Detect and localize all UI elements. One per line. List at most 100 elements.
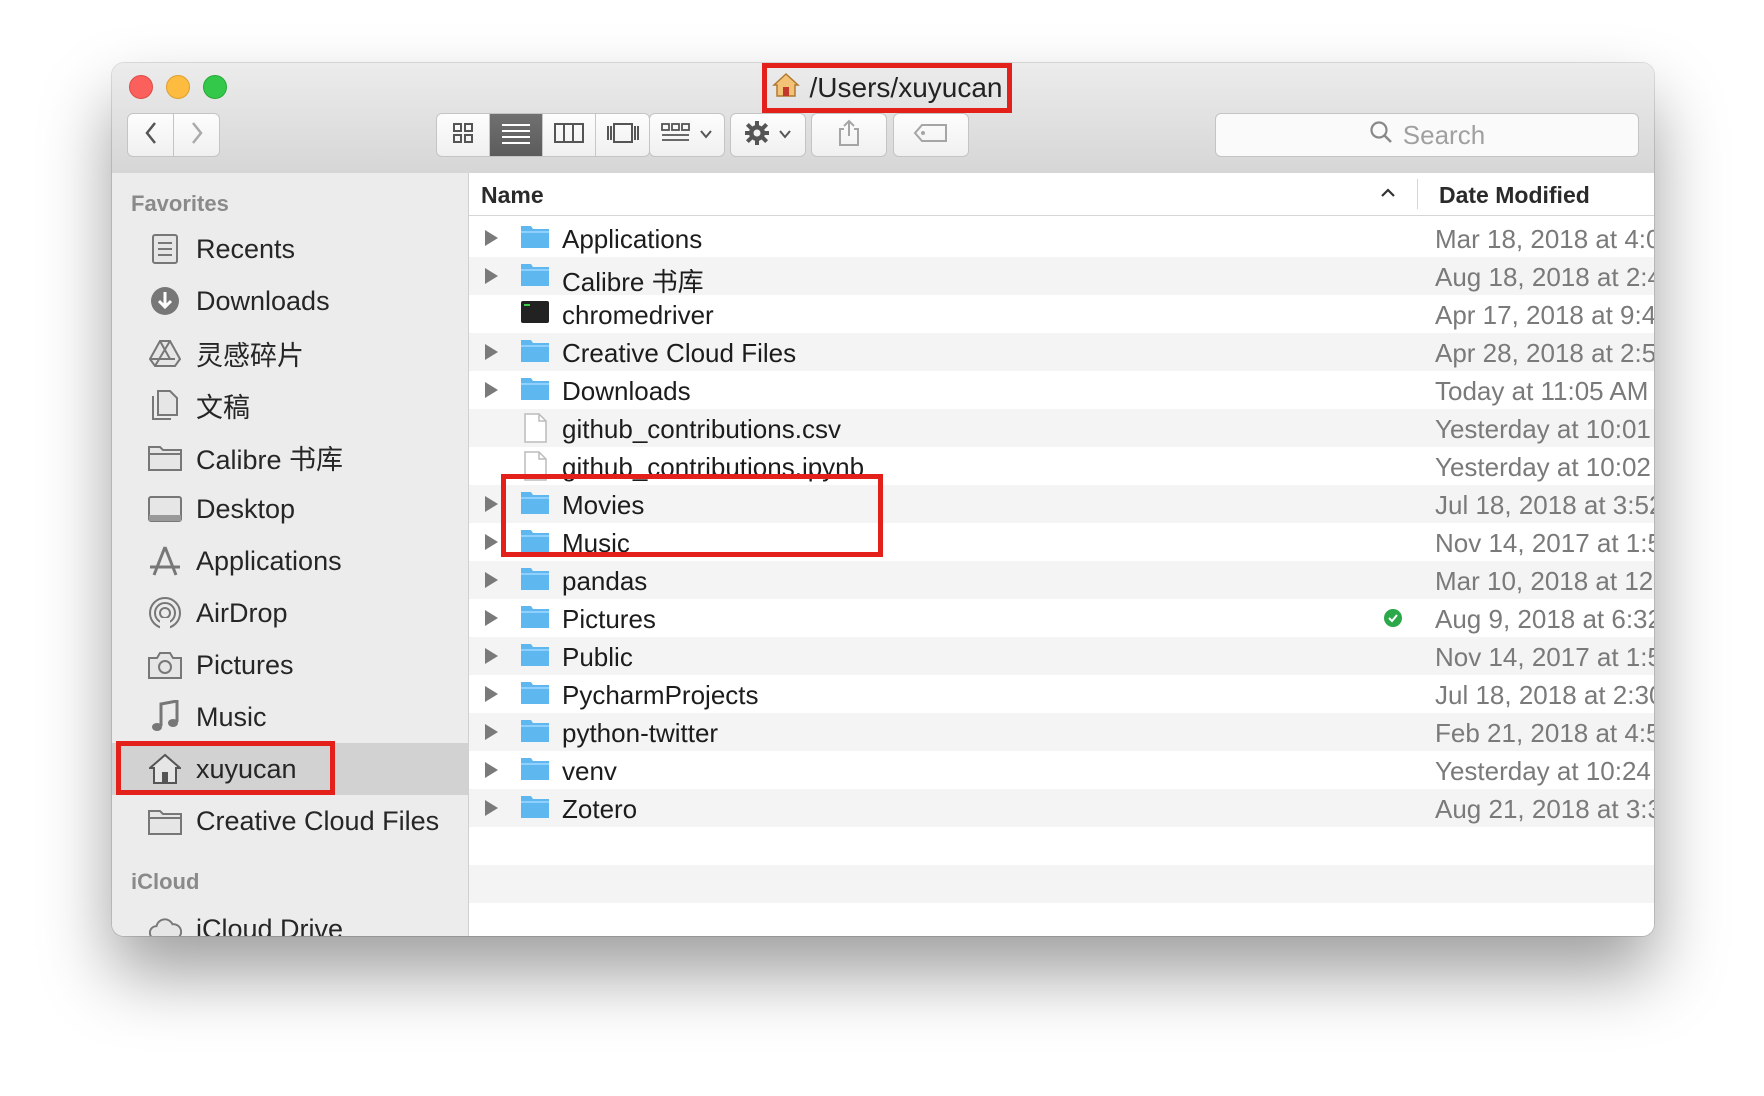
column-view-button[interactable] xyxy=(543,114,596,156)
tags-button[interactable] xyxy=(893,113,969,157)
file-date-modified: Apr 28, 2018 at 2:59 xyxy=(1435,338,1654,368)
sidebar-item-label: Music xyxy=(196,701,267,732)
cloud-icon xyxy=(148,912,182,936)
folder-icon xyxy=(520,755,550,785)
search-icon xyxy=(1369,120,1393,151)
file-row[interactable]: Calibre 书库 Aug 18, 2018 at 2:40 xyxy=(469,257,1654,297)
column-header-date-modified[interactable]: Date Modified xyxy=(1439,182,1590,209)
sidebar-item-airdrop[interactable]: AirDrop xyxy=(112,587,468,639)
disclosure-triangle-icon[interactable] xyxy=(485,572,498,588)
file-row[interactable]: python-twitter Feb 21, 2018 at 4:51 xyxy=(469,713,1654,751)
file-row[interactable]: Downloads Today at 11:05 AM xyxy=(469,371,1654,409)
folder-icon xyxy=(520,793,550,823)
file-row[interactable]: Applications Mar 18, 2018 at 4:02 xyxy=(469,219,1654,257)
disclosure-triangle-icon[interactable] xyxy=(485,686,498,702)
disclosure-triangle-icon[interactable] xyxy=(485,610,498,626)
disclosure-triangle-icon[interactable] xyxy=(485,230,498,246)
chevron-down-icon xyxy=(778,126,792,144)
sidebar-item-label: Pictures xyxy=(196,649,294,680)
gallery-icon xyxy=(606,122,640,149)
gallery-view-button[interactable] xyxy=(596,114,649,156)
disclosure-triangle-icon[interactable] xyxy=(485,800,498,816)
tag-icon xyxy=(913,123,949,148)
list-icon xyxy=(501,122,531,149)
recents-icon xyxy=(148,232,182,266)
file-row[interactable]: github_contributions.csv Yesterday at 10:… xyxy=(469,409,1654,447)
close-window-button[interactable] xyxy=(129,75,153,99)
file-row[interactable]: Creative Cloud Files Apr 28, 2018 at 2:59 xyxy=(469,333,1654,371)
file-date-modified: Yesterday at 10:24 P xyxy=(1435,756,1654,786)
file-row[interactable]: Zotero Aug 21, 2018 at 3:38 xyxy=(469,789,1654,827)
sidebar-item-pictures[interactable]: Pictures xyxy=(112,639,468,691)
minimize-window-button[interactable] xyxy=(166,75,190,99)
downloads-icon xyxy=(148,284,182,318)
airdrop-icon xyxy=(148,596,182,630)
disclosure-triangle-icon[interactable] xyxy=(485,762,498,778)
columns-icon xyxy=(554,122,584,149)
file-date-modified: Jul 18, 2018 at 3:52 xyxy=(1435,490,1654,520)
icloud-heading: iCloud xyxy=(131,869,200,894)
file-date-modified: Today at 11:05 AM xyxy=(1435,376,1649,406)
file-date-modified: Mar 10, 2018 at 12:1 xyxy=(1435,566,1654,596)
list-view-button[interactable] xyxy=(490,114,543,156)
sidebar: Favorites Recents Downloads 灵感碎片 文稿 Cali… xyxy=(112,173,469,936)
sidebar-item-downloads[interactable]: Downloads xyxy=(112,275,468,327)
sidebar-item-home[interactable]: xuyucan xyxy=(112,741,468,795)
file-row[interactable]: Pictures Aug 9, 2018 at 6:32 xyxy=(469,599,1654,637)
file-list: Name Date Modified Applications Mar 18, 2… xyxy=(469,173,1654,936)
file-name: pandas xyxy=(562,566,648,596)
sidebar-item-icloud-drive[interactable]: iCloud Drive xyxy=(112,903,468,936)
file-name: Downloads xyxy=(562,376,691,406)
file-row[interactable]: Public Nov 14, 2017 at 1:53 xyxy=(469,637,1654,675)
view-mode-selector xyxy=(436,113,650,157)
file-row[interactable]: chromedriver Apr 17, 2018 at 9:48 xyxy=(469,295,1654,333)
sidebar-item-music[interactable]: Music xyxy=(112,691,468,743)
document-icon xyxy=(520,413,550,443)
documents-icon xyxy=(148,388,182,422)
action-button[interactable] xyxy=(730,113,806,157)
disclosure-triangle-icon[interactable] xyxy=(485,648,498,664)
sidebar-item-recents[interactable]: Recents xyxy=(112,223,468,275)
folder-icon xyxy=(520,641,550,671)
sidebar-item-desktop[interactable]: Desktop xyxy=(112,483,468,535)
file-name: Creative Cloud Files xyxy=(562,338,797,368)
drive-icon xyxy=(148,336,182,370)
disclosure-triangle-icon[interactable] xyxy=(485,268,498,284)
sidebar-item-documents[interactable]: 文稿 xyxy=(112,379,468,431)
column-divider[interactable] xyxy=(1417,179,1418,209)
sidebar-item-label: AirDrop xyxy=(196,597,288,628)
sort-ascending-icon xyxy=(1379,181,1397,205)
forward-button[interactable] xyxy=(173,113,220,157)
zoom-window-button[interactable] xyxy=(203,75,227,99)
disclosure-triangle-icon[interactable] xyxy=(485,344,498,360)
column-header-name[interactable]: Name xyxy=(481,182,544,209)
disclosure-triangle-icon[interactable] xyxy=(485,724,498,740)
sidebar-item-label: 文稿 xyxy=(196,392,250,423)
sidebar-item-applications[interactable]: Applications xyxy=(112,535,468,587)
search-field[interactable]: Search xyxy=(1215,113,1639,157)
file-row[interactable]: pandas Mar 10, 2018 at 12:1 xyxy=(469,561,1654,599)
sidebar-item-creative-cloud[interactable]: Creative Cloud Files xyxy=(112,795,468,847)
file-name: github_contributions.csv xyxy=(562,414,841,444)
file-row[interactable]: venv Yesterday at 10:24 P xyxy=(469,751,1654,789)
sidebar-item-calibre[interactable]: Calibre 书库 xyxy=(112,431,468,483)
arrange-button[interactable] xyxy=(649,113,725,157)
file-name: venv xyxy=(562,756,617,786)
file-row[interactable]: PycharmProjects Jul 18, 2018 at 2:30 xyxy=(469,675,1654,713)
disclosure-triangle-icon[interactable] xyxy=(485,496,498,512)
empty-row xyxy=(469,865,1654,903)
window-title-text: /Users/xuyucan xyxy=(809,72,1003,103)
home-icon xyxy=(148,752,182,786)
folder-icon xyxy=(148,804,182,838)
back-button[interactable] xyxy=(127,113,174,157)
favorites-heading: Favorites xyxy=(131,191,229,216)
search-placeholder: Search xyxy=(1402,119,1486,150)
sidebar-item-drive[interactable]: 灵感碎片 xyxy=(112,327,468,379)
empty-row xyxy=(469,903,1654,936)
disclosure-triangle-icon[interactable] xyxy=(485,382,498,398)
folder-icon xyxy=(520,565,550,595)
share-button[interactable] xyxy=(811,113,887,157)
icon-view-button[interactable] xyxy=(437,114,490,156)
sidebar-item-label: Creative Cloud Files xyxy=(196,805,440,836)
disclosure-triangle-icon[interactable] xyxy=(485,534,498,550)
